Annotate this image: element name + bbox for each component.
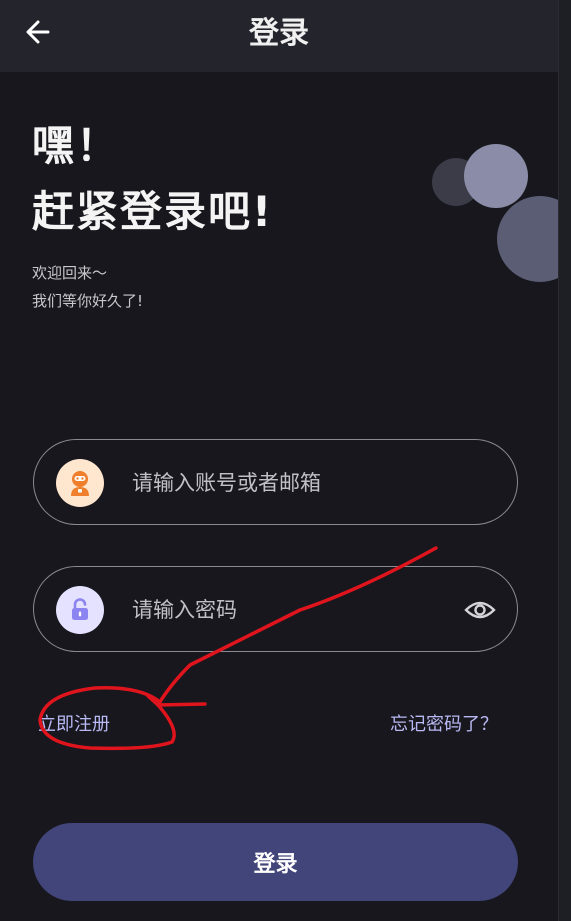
- greeting-headline: 赶紧登录吧!: [32, 187, 274, 236]
- welcome-subtext: 我们等你好久了!: [32, 292, 144, 310]
- user-avatar-icon: [56, 459, 104, 507]
- register-link[interactable]: 立即注册: [38, 710, 110, 736]
- page-title: 登录: [249, 16, 309, 51]
- account-input[interactable]: [132, 466, 452, 500]
- app-header: 登录: [0, 0, 558, 72]
- side-panel-edge: [558, 0, 571, 921]
- password-input[interactable]: [132, 593, 452, 627]
- login-screen: 登录 嘿！ 赶紧登录吧! 欢迎回来～ 我们等你好久了! 请输入账号或者邮箱 立即…: [0, 0, 571, 921]
- toggle-password-visibility-button[interactable]: [463, 593, 497, 627]
- welcome-text: 欢迎回来～: [32, 264, 108, 282]
- password-field[interactable]: [33, 566, 518, 652]
- account-field[interactable]: [33, 439, 518, 525]
- decor-circle-light: [464, 144, 528, 208]
- unlock-icon: [56, 586, 104, 634]
- forgot-password-link[interactable]: 忘记密码了？: [390, 710, 498, 736]
- greeting-title: 嘿！: [32, 121, 121, 170]
- login-button[interactable]: 登录: [33, 823, 518, 901]
- eye-icon: [464, 601, 496, 619]
